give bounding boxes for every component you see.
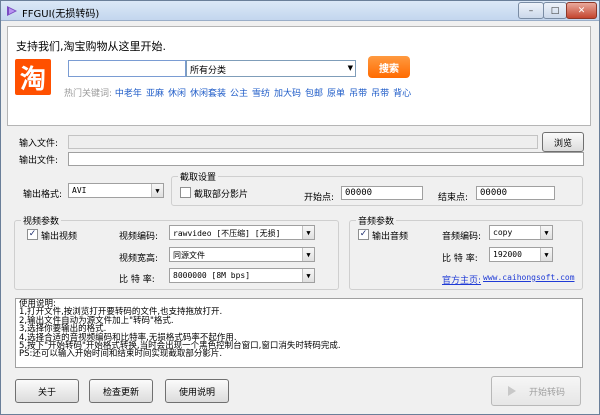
output-audio-label: 输出音频 — [372, 232, 409, 242]
output-audio-checkbox[interactable] — [358, 229, 369, 240]
output-format-label: 输出格式: — [23, 190, 63, 200]
chevron-down-icon: ▼ — [302, 226, 314, 239]
output-file-label: 输出文件: — [19, 156, 59, 166]
app-window: FFGUI(无损转码) – □ ✕ 支持我们,淘宝购物从这里开始. 淘 所有分类… — [0, 0, 600, 415]
audio-codec-value: copy — [493, 228, 513, 237]
title-bar: FFGUI(无损转码) – □ ✕ — [1, 1, 599, 21]
audio-codec-label: 音频编码: — [442, 232, 482, 242]
homepage-link[interactable]: www.caihongsoft.com — [483, 273, 575, 282]
clip-settings-title: 截取设置 — [178, 170, 219, 183]
video-params-title: 视频参数 — [21, 214, 62, 227]
audio-params-title: 音频参数 — [356, 214, 397, 227]
check-update-button[interactable]: 检查更新 — [89, 379, 153, 403]
chevron-down-icon: ▼ — [540, 248, 552, 261]
notes-line: PS:还可以输入开始时间和结束时间实现截取部分影片. — [19, 349, 223, 360]
help-button[interactable]: 使用说明 — [165, 379, 229, 403]
ad-slogan: 支持我们,淘宝购物从这里开始. — [16, 40, 166, 53]
video-codec-label: 视频编码: — [119, 232, 159, 242]
window-title: FFGUI(无损转码) — [22, 9, 100, 20]
ad-hot-keywords: 热门关键词: 中老年 亚麻 休闲 休闲套装 公主 雪纺 加大码 包邮 原单 吊带 吊带 背心 — [64, 86, 415, 99]
play-arrow-icon — [507, 386, 516, 396]
partial-clip-label: 截取部分影片 — [194, 190, 249, 200]
start-point-label: 开始点: — [304, 193, 335, 203]
homepage-label[interactable]: 官方主页: — [442, 273, 481, 286]
audio-bitrate-select[interactable]: 192000 ▼ — [489, 247, 553, 262]
minimize-button[interactable]: – — [518, 2, 544, 19]
chevron-down-icon: ▼ — [151, 184, 163, 197]
partial-clip-checkbox[interactable] — [180, 187, 191, 198]
chevron-down-icon: ▼ — [347, 64, 353, 72]
hot-keyword-link[interactable]: 休闲 — [168, 89, 186, 99]
maximize-button[interactable]: □ — [543, 2, 567, 19]
hot-keyword-link[interactable]: 亚麻 — [146, 89, 164, 99]
video-size-label: 视频宽高: — [119, 254, 159, 264]
video-size-select[interactable]: 同源文件 ▼ — [169, 247, 315, 262]
output-video-label: 输出视频 — [41, 232, 78, 242]
video-size-value: 同源文件 — [173, 251, 205, 260]
video-bitrate-value: 8000000 [8M bps] — [173, 271, 251, 280]
taobao-logo[interactable]: 淘 — [15, 59, 51, 95]
ad-search-input[interactable] — [68, 60, 186, 77]
ad-category-value: 所有分类 — [190, 66, 227, 76]
input-file-field[interactable] — [68, 135, 538, 149]
audio-codec-select[interactable]: copy ▼ — [489, 225, 553, 240]
input-file-label: 输入文件: — [19, 139, 59, 149]
end-point-label: 结束点: — [438, 193, 469, 203]
output-video-checkbox[interactable] — [27, 229, 38, 240]
video-bitrate-label: 比 特 率: — [119, 275, 155, 285]
hot-keyword-link[interactable]: 吊带 — [371, 89, 389, 99]
output-format-select[interactable]: AVI ▼ — [68, 183, 164, 198]
hot-keyword-link[interactable]: 公主 — [230, 89, 248, 99]
hot-keyword-link[interactable]: 背心 — [393, 89, 411, 99]
taobao-ad-panel: 支持我们,淘宝购物从这里开始. 淘 所有分类 ▼ 搜索 热门关键词: 中老年 亚麻… — [7, 26, 591, 126]
ad-search-button[interactable]: 搜索 — [368, 56, 410, 78]
video-codec-value: rawvideo [不压缩] [无损] — [173, 229, 281, 238]
ad-hot-label: 热门关键词: — [64, 89, 113, 99]
video-bitrate-select[interactable]: 8000000 [8M bps] ▼ — [169, 268, 315, 283]
chevron-down-icon: ▼ — [302, 269, 314, 282]
output-format-value: AVI — [72, 186, 87, 195]
hot-keyword-link[interactable]: 原单 — [327, 89, 345, 99]
hot-keyword-link[interactable]: 中老年 — [115, 89, 142, 99]
audio-bitrate-value: 192000 — [493, 250, 522, 259]
about-button[interactable]: 关于 — [15, 379, 79, 403]
chevron-down-icon: ▼ — [540, 226, 552, 239]
video-codec-select[interactable]: rawvideo [不压缩] [无损] ▼ — [169, 225, 315, 240]
close-button[interactable]: ✕ — [566, 2, 597, 19]
start-convert-button[interactable]: 开始转码 — [491, 376, 581, 406]
hot-keyword-link[interactable]: 加大码 — [274, 89, 301, 99]
start-point-field[interactable]: 00000 — [341, 186, 423, 200]
browse-button[interactable]: 浏览 — [542, 132, 584, 152]
audio-bitrate-label: 比 特 率: — [442, 254, 478, 264]
chevron-down-icon: ▼ — [302, 248, 314, 261]
hot-keyword-link[interactable]: 休闲套装 — [190, 89, 226, 99]
usage-notes: 使用说明: 1,打开文件,按浏览打开要转码的文件,也支持拖放打开. 2,输出文件… — [15, 298, 583, 368]
hot-keyword-link[interactable]: 包邮 — [305, 89, 323, 99]
start-convert-label: 开始转码 — [528, 387, 565, 398]
ad-category-select[interactable]: 所有分类 ▼ — [186, 60, 356, 77]
app-logo-icon — [7, 6, 17, 16]
end-point-field[interactable]: 00000 — [476, 186, 555, 200]
hot-keyword-link[interactable]: 吊带 — [349, 89, 367, 99]
hot-keyword-link[interactable]: 雪纺 — [252, 89, 270, 99]
output-file-field[interactable] — [68, 152, 584, 166]
